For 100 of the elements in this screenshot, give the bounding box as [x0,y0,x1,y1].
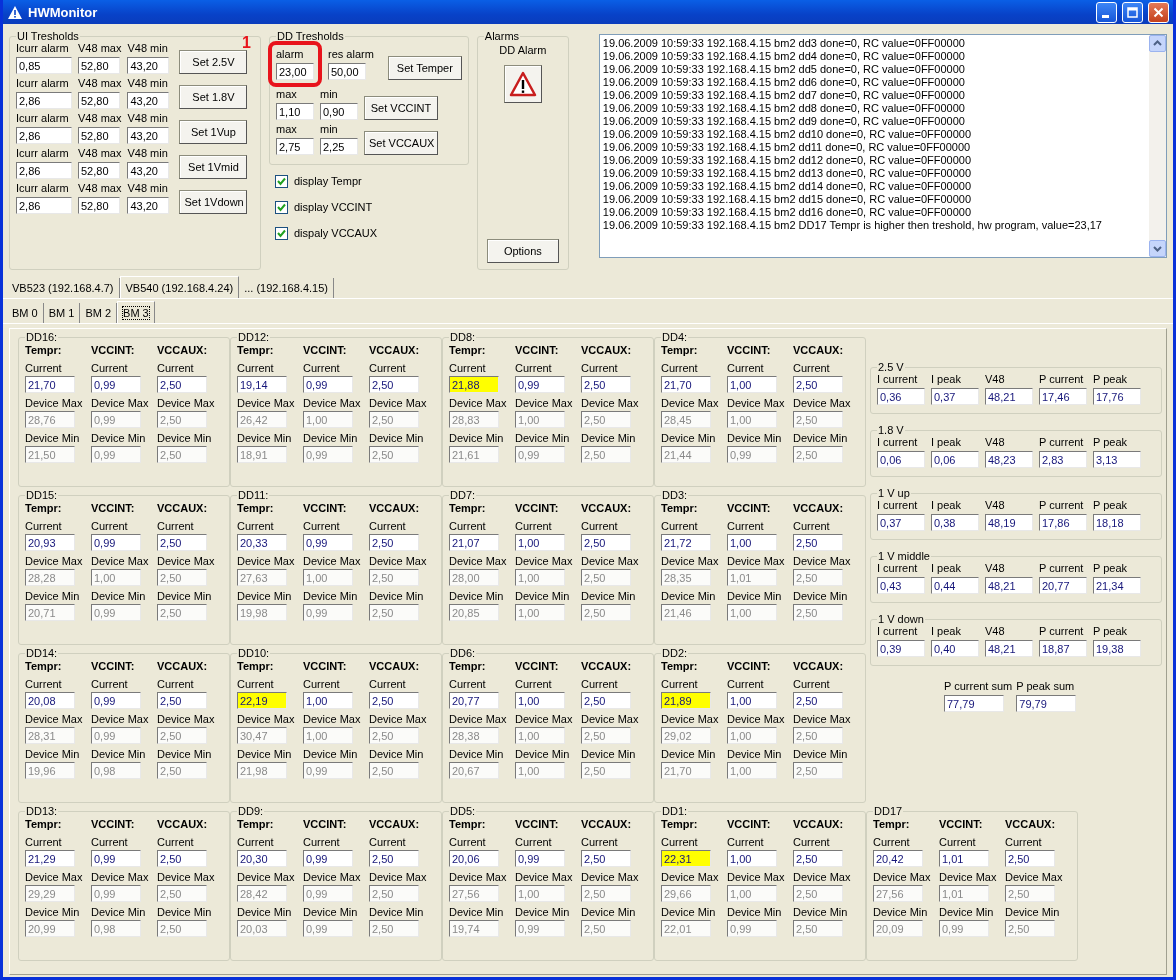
value-field[interactable]: 21,50 [25,446,75,463]
value-field[interactable]: 28,83 [449,411,499,428]
value-field[interactable]: 2,50 [793,376,843,393]
value-field[interactable]: 50,00 [328,63,366,80]
value-field[interactable]: 21,29 [25,850,75,867]
value-field[interactable]: 52,80 [78,162,120,179]
value-field[interactable]: 0,99 [91,376,141,393]
value-field[interactable]: 1,00 [303,727,353,744]
value-field[interactable]: 1,00 [303,692,353,709]
value-field[interactable]: 2,50 [157,885,207,902]
value-field[interactable]: 3,13 [1093,451,1141,468]
value-field[interactable]: 17,76 [1093,388,1141,405]
value-field[interactable]: 43,20 [127,92,170,109]
value-field[interactable]: 2,50 [793,569,843,586]
tab[interactable]: BM 3 [117,301,155,323]
value-field[interactable]: 2,50 [157,762,207,779]
value-field[interactable]: 2,50 [157,604,207,621]
value-field[interactable]: 1,00 [515,411,565,428]
value-field[interactable]: 2,50 [369,534,419,551]
value-field[interactable]: 0,99 [303,534,353,551]
checkbox[interactable] [275,226,288,240]
value-field[interactable]: 2,50 [581,850,631,867]
value-field[interactable]: 20,09 [873,920,923,937]
value-field[interactable]: 27,56 [449,885,499,902]
value-field[interactable]: 2,50 [793,446,843,463]
value-field[interactable]: 0,99 [727,446,777,463]
value-field[interactable]: 2,50 [793,850,843,867]
value-field[interactable]: 1,00 [303,569,353,586]
value-field[interactable]: 43,20 [127,162,170,179]
value-field[interactable]: 2,50 [793,411,843,428]
value-field[interactable]: 28,31 [25,727,75,744]
value-field[interactable]: 2,75 [276,138,314,155]
value-field[interactable]: 1,00 [727,885,777,902]
value-field[interactable]: 1,00 [515,762,565,779]
value-field[interactable]: 2,50 [157,920,207,937]
value-field[interactable]: 2,50 [157,411,207,428]
value-field[interactable]: 20,08 [25,692,75,709]
value-field[interactable]: 2,86 [16,162,72,179]
value-field[interactable]: 22,31 [661,850,711,867]
value-field[interactable]: 21,34 [1093,577,1141,594]
value-field[interactable]: 23,00 [276,63,314,80]
value-field[interactable]: 2,50 [793,762,843,779]
value-field[interactable]: 2,50 [157,569,207,586]
value-field[interactable]: 0,99 [303,762,353,779]
value-field[interactable]: 0,99 [91,604,141,621]
value-field[interactable]: 2,50 [581,762,631,779]
value-field[interactable]: 1,10 [276,103,314,120]
checkbox[interactable] [275,174,288,188]
value-field[interactable]: 1,00 [515,604,565,621]
value-field[interactable]: 2,50 [369,692,419,709]
value-field[interactable]: 28,45 [661,411,711,428]
value-field[interactable]: 21,07 [449,534,499,551]
value-field[interactable]: 1,00 [515,727,565,744]
value-field[interactable]: 77,79 [944,695,1004,712]
value-field[interactable]: 0,99 [303,850,353,867]
alarm-button[interactable] [503,65,542,103]
value-field[interactable]: 0,99 [91,885,141,902]
value-field[interactable]: 0,99 [91,534,141,551]
value-field[interactable]: 2,50 [793,604,843,621]
value-field[interactable]: 2,50 [793,920,843,937]
value-field[interactable]: 27,56 [873,885,923,902]
value-field[interactable]: 29,02 [661,727,711,744]
value-field[interactable]: 1,00 [515,569,565,586]
value-field[interactable]: 2,50 [581,604,631,621]
value-field[interactable]: 0,85 [16,57,72,74]
value-field[interactable]: 1,00 [727,692,777,709]
value-field[interactable]: 43,20 [127,57,170,74]
value-field[interactable]: 1,00 [515,885,565,902]
value-field[interactable]: 2,50 [1005,885,1055,902]
value-field[interactable]: 29,29 [25,885,75,902]
tab[interactable]: BM 0 [7,303,44,323]
value-field[interactable]: 2,50 [157,850,207,867]
value-field[interactable]: 2,50 [369,446,419,463]
value-field[interactable]: 1,00 [727,376,777,393]
value-field[interactable]: 22,01 [661,920,711,937]
value-field[interactable]: 2,50 [581,885,631,902]
value-field[interactable]: 19,96 [25,762,75,779]
value-field[interactable]: 2,50 [157,446,207,463]
value-field[interactable]: 20,77 [1039,577,1087,594]
value-field[interactable]: 1,00 [515,534,565,551]
value-field[interactable]: 20,67 [449,762,499,779]
set-button[interactable]: Set 1Vdown [179,190,248,214]
value-field[interactable]: 20,77 [449,692,499,709]
value-field[interactable]: 48,19 [985,514,1033,531]
value-field[interactable]: 22,19 [237,692,287,709]
value-field[interactable]: 2,50 [1005,850,1055,867]
value-field[interactable]: 2,86 [16,197,72,214]
value-field[interactable]: 20,30 [237,850,287,867]
value-field[interactable]: 0,99 [515,920,565,937]
value-field[interactable]: 2,50 [369,569,419,586]
value-field[interactable]: 2,83 [1039,451,1087,468]
checkbox[interactable] [275,200,288,214]
value-field[interactable]: 0,44 [931,577,979,594]
value-field[interactable]: 26,42 [237,411,287,428]
options-button[interactable]: Options [486,239,559,263]
value-field[interactable]: 2,50 [581,692,631,709]
value-field[interactable]: 0,99 [303,446,353,463]
value-field[interactable]: 2,50 [157,534,207,551]
value-field[interactable]: 52,80 [78,57,120,74]
value-field[interactable]: 21,70 [661,762,711,779]
